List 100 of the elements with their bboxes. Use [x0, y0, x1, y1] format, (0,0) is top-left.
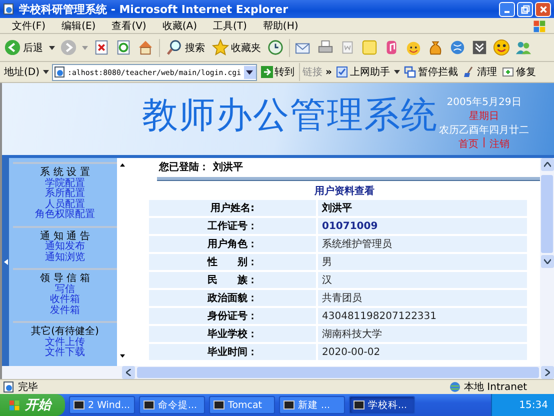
field-value-cell: 汉 — [318, 272, 527, 288]
taskbar-button[interactable]: 学校科... — [349, 396, 415, 414]
search-icon — [166, 39, 183, 56]
window-icon — [283, 399, 295, 411]
back-button[interactable]: 后退 — [3, 39, 44, 56]
refresh-icon[interactable] — [115, 39, 132, 56]
money-bag-icon[interactable] — [427, 39, 444, 56]
field-value-cell: 系统维护管理员 — [318, 236, 527, 252]
menu-item[interactable]: 收藏(A) — [154, 18, 205, 32]
window-icon — [353, 399, 365, 411]
sidebar-link[interactable]: 文件下载 — [45, 348, 85, 358]
field-label-cell: 身份证号： — [149, 308, 316, 324]
sidebar-link[interactable]: 写信 — [55, 284, 75, 295]
scroll-thumb[interactable] — [541, 175, 553, 253]
scroll-down-icon[interactable] — [120, 354, 124, 358]
sidebar-link[interactable]: 学院配置 — [45, 178, 85, 189]
block-popup-button[interactable]: 暂停拦截 — [402, 65, 459, 79]
scroll-up-button[interactable] — [540, 158, 554, 171]
windows-flag-icon — [8, 399, 20, 411]
field-label-cell: 民 族： — [149, 272, 316, 288]
weekday-text: 星期日 — [469, 110, 499, 123]
field-label-cell: 毕业时间： — [149, 344, 316, 360]
field-label-cell: 工作证号： — [149, 218, 316, 234]
taskbar-button[interactable]: 命令提... — [139, 396, 205, 414]
more-chevron[interactable]: » — [326, 66, 332, 78]
page-icon — [54, 66, 66, 78]
taskbar-button[interactable]: 新建 ... — [279, 396, 345, 414]
profile-title: 用户资料查看 — [314, 184, 376, 198]
home-icon[interactable] — [137, 39, 154, 56]
close-icon — [538, 4, 548, 14]
left-chevron-icon — [126, 369, 131, 376]
menu-item[interactable]: 查看(V) — [104, 18, 154, 32]
field-value-cell: 01071009 — [318, 218, 527, 234]
download-icon[interactable] — [471, 39, 488, 56]
security-zone: 本地 Intranet — [464, 380, 528, 394]
logged-in-user: 刘洪平 — [213, 160, 243, 174]
window-title: 学校科研管理系统 - Microsoft Internet Explorer — [19, 2, 288, 16]
star-icon — [212, 39, 229, 56]
field-label-cell: 用户姓名: — [149, 200, 316, 216]
caret-icon[interactable] — [42, 70, 49, 74]
windows-flag-icon — [532, 18, 546, 32]
history-icon[interactable] — [267, 39, 284, 56]
sidebar-link[interactable]: 通知发布 — [45, 242, 85, 252]
repair-button[interactable]: 修复 — [500, 65, 537, 79]
menu-item[interactable]: 编辑(E) — [54, 18, 104, 32]
system-title: 教师办公管理系统 — [142, 94, 438, 138]
scroll-right-button[interactable] — [541, 366, 554, 379]
sidebar-link[interactable]: 文件上传 — [45, 338, 85, 348]
helper-button[interactable]: 上网助手 — [334, 65, 391, 79]
field-value-cell: 共青团员 — [318, 290, 527, 306]
field-value-cell: 430481198207122331 — [318, 308, 527, 324]
up-chevron-icon — [544, 162, 550, 167]
left-triangle-icon — [4, 259, 8, 265]
sidebar-link[interactable]: 通知浏览 — [45, 252, 85, 263]
window-icon — [213, 399, 225, 411]
sidebar-link[interactable]: 发件箱 — [50, 306, 80, 316]
sidebar-toggle[interactable] — [2, 158, 9, 366]
links-label[interactable]: 链接 — [302, 65, 323, 79]
field-value-cell: 刘洪平 — [318, 200, 527, 216]
stop-icon[interactable] — [93, 39, 110, 56]
menu-item[interactable]: 帮助(H) — [254, 18, 306, 32]
restore-icon — [520, 4, 530, 14]
down-chevron-icon — [544, 259, 550, 264]
go-button[interactable]: 转到 — [260, 65, 296, 79]
field-label-cell: 用户角色： — [149, 236, 316, 252]
taskbar-button[interactable]: 2 Wind... — [69, 396, 135, 414]
field-value-cell: 男 — [318, 254, 527, 270]
minimize-button[interactable] — [499, 2, 515, 16]
scroll-up-icon[interactable] — [120, 163, 124, 167]
windows-icon — [404, 66, 416, 78]
sidebar-link[interactable]: 角色权限配置 — [35, 210, 95, 220]
clock-text: 15:34 — [519, 400, 548, 410]
start-button[interactable]: 开始 — [0, 394, 65, 416]
people-icon[interactable] — [515, 39, 532, 56]
globe-icon — [449, 381, 461, 393]
favorites-button[interactable]: 收藏夹 — [211, 39, 262, 56]
caret-icon[interactable] — [49, 46, 55, 50]
restore-button[interactable] — [517, 2, 533, 16]
search-button[interactable]: 搜索 — [165, 39, 206, 56]
horizontal-scrollbar[interactable] — [137, 367, 539, 378]
clean-button[interactable]: 清理 — [462, 65, 498, 79]
lunar-date-text: 农历乙酉年四月廿二 — [439, 124, 529, 137]
sidebar-link[interactable]: 系所配置 — [45, 189, 85, 200]
field-value-cell: 2020-00-02 — [318, 344, 527, 360]
window-icon — [143, 399, 155, 411]
caret-icon[interactable] — [394, 70, 400, 74]
menu-item[interactable]: 文件(F) — [4, 18, 54, 32]
plus-icon — [502, 66, 514, 78]
sidebar-link[interactable]: 收件箱 — [50, 295, 80, 306]
address-label: 地址(D) — [4, 66, 40, 79]
globe-icon[interactable] — [449, 39, 466, 56]
taskbar-button[interactable]: Tomcat — [209, 396, 275, 414]
logged-in-label: 您已登陆： — [159, 160, 209, 174]
scroll-down-button[interactable] — [540, 255, 554, 268]
close-button[interactable] — [535, 2, 551, 16]
minimize-icon — [504, 10, 510, 12]
scroll-left-button[interactable] — [122, 366, 135, 379]
smiley-icon[interactable] — [493, 39, 510, 56]
menu-item[interactable]: 工具(T) — [205, 18, 255, 32]
sidebar-link[interactable]: 人员配置 — [45, 200, 85, 210]
